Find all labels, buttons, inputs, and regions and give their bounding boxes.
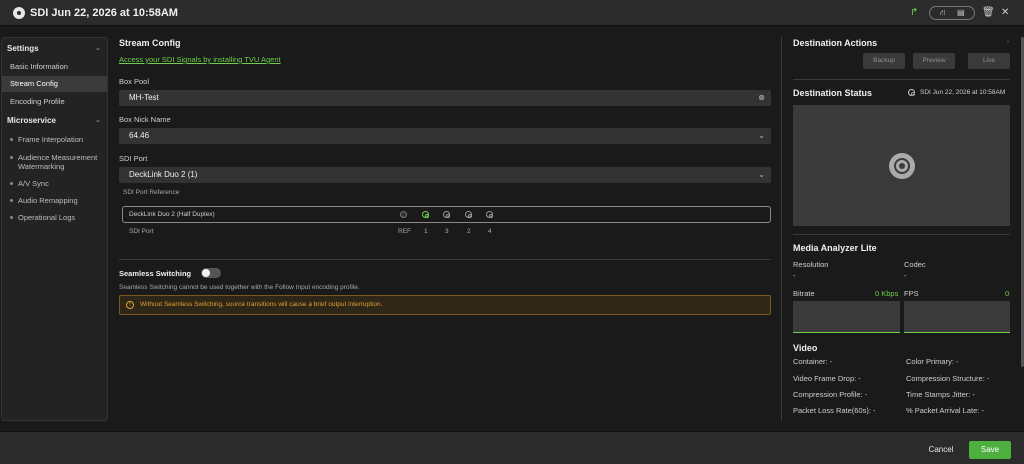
- port-label-2: 2: [467, 228, 471, 235]
- destination-status-title: Destination Status: [793, 88, 873, 98]
- tvu-agent-link[interactable]: Access your SDI Signals by installing TV…: [119, 55, 281, 64]
- video-title: Video: [793, 343, 818, 353]
- sdi-port-label: SDI Port: [119, 154, 148, 163]
- port-4-icon: [486, 211, 493, 218]
- footer: Cancel Save: [0, 431, 1024, 464]
- codec-label: Codec: [904, 260, 926, 269]
- port-label-1: 1: [424, 228, 428, 235]
- seamless-switching-toggle[interactable]: [201, 268, 221, 278]
- destination-preview[interactable]: [793, 105, 1010, 226]
- video-stat: Compression Structure: -: [906, 374, 990, 383]
- warning-text: Without Seamless Switching, source trans…: [140, 301, 383, 308]
- divider: [119, 259, 771, 260]
- box-pool-value: MH-Test: [129, 93, 159, 102]
- sdi-port-value: DeckLink Duo 2 (1): [129, 170, 198, 179]
- sidebar-item-audio-remapping[interactable]: Audio Remapping: [10, 196, 78, 205]
- panel-icon[interactable]: ▤: [957, 7, 965, 19]
- view-toggle[interactable]: ⛙ ▤: [929, 6, 975, 20]
- panel-divider: [781, 37, 782, 421]
- warning-icon: !: [126, 301, 134, 309]
- port-label-3: 3: [445, 228, 449, 235]
- window-title: SDI Jun 22, 2026 at 10:58AM: [30, 7, 178, 19]
- sidebar-item-audience-measurement[interactable]: Audience Measurement Watermarking: [10, 153, 105, 171]
- box-nick-label: Box Nick Name: [119, 115, 171, 124]
- preview-button[interactable]: Preview: [913, 53, 955, 69]
- close-icon[interactable]: ✕: [1001, 6, 1009, 20]
- clear-icon[interactable]: ⊗: [758, 90, 765, 106]
- destination-actions-dash: -: [1007, 38, 1010, 45]
- tvu-logo-icon: [13, 7, 25, 19]
- codec-value: -: [904, 271, 907, 280]
- sidebar-item-basic-information[interactable]: Basic Information: [2, 59, 107, 75]
- seamless-switching-note: Seamless Switching cannot be used togeth…: [119, 284, 360, 291]
- video-stat: Compression Profile: -: [793, 390, 868, 399]
- save-button[interactable]: Save: [969, 441, 1011, 459]
- seamless-switching-label: Seamless Switching: [119, 269, 192, 278]
- destination-status-time: SDI Jun 22, 2026 at 10:58AM: [920, 89, 1006, 96]
- bitrate-value: 0 Kbps: [875, 289, 899, 298]
- sdi-port-reference-label: SDI Port Reference: [123, 189, 180, 196]
- divider: [793, 79, 1010, 80]
- video-stat: Video Frame Drop: -: [793, 374, 861, 383]
- chevron-down-icon[interactable]: ⌄: [95, 44, 101, 52]
- port-ref-icon: [400, 211, 407, 218]
- port-2-icon: [465, 211, 472, 218]
- sidebar-item-stream-config[interactable]: Stream Config: [2, 76, 107, 92]
- fps-label: FPS: [904, 289, 919, 298]
- port-label-ref: REF: [398, 228, 411, 235]
- destination-panel: Destination Actions - Backup Preview Liv…: [783, 34, 1019, 424]
- live-button[interactable]: Live: [968, 53, 1010, 69]
- sidebar-section-settings[interactable]: Settings: [7, 44, 39, 53]
- port-1-icon: [422, 211, 429, 218]
- resolution-label: Resolution: [793, 260, 829, 269]
- box-nick-select[interactable]: 64.46 ⌄: [119, 128, 771, 144]
- bitrate-label: Bitrate: [793, 289, 815, 298]
- video-stat: Color Primary: -: [906, 357, 959, 366]
- video-stat: Packet Loss Rate(60s): -: [793, 406, 876, 415]
- share-icon[interactable]: ↱: [910, 6, 918, 20]
- resolution-value: -: [793, 271, 796, 280]
- network-icon[interactable]: ⛙: [940, 7, 946, 19]
- seamless-warning: ! Without Seamless Switching, source tra…: [119, 295, 771, 315]
- fps-value: 0: [1005, 289, 1010, 298]
- divider: [793, 234, 1010, 235]
- backup-button[interactable]: Backup: [863, 53, 905, 69]
- sidebar-section-microservice[interactable]: Microservice: [7, 116, 56, 125]
- port-3-icon: [443, 211, 450, 218]
- chevron-down-icon: ⌄: [758, 131, 765, 140]
- port-label-4: 4: [488, 228, 492, 235]
- sdi-port-row-label: SDI Port: [129, 228, 154, 235]
- bitrate-chart: [793, 301, 900, 333]
- box-pool-label: Box Pool: [119, 77, 150, 86]
- sidebar-item-encoding-profile[interactable]: Encoding Profile: [2, 94, 107, 110]
- chevron-down-icon: ⌄: [758, 170, 765, 179]
- fps-chart: [904, 301, 1010, 333]
- sidebar-item-av-sync[interactable]: A/V Sync: [10, 179, 49, 188]
- trash-icon[interactable]: 🗑: [982, 6, 995, 20]
- status-source-icon: [908, 89, 915, 96]
- video-stat: Time Stamps Jitter: -: [906, 390, 975, 399]
- chevron-down-icon[interactable]: ⌄: [95, 116, 101, 124]
- media-analyzer-title: Media Analyzer Lite: [793, 243, 877, 253]
- video-stat: Container: -: [793, 357, 833, 366]
- sidebar-item-operational-logs[interactable]: Operational Logs: [10, 213, 75, 222]
- title-bar: SDI Jun 22, 2026 at 10:58AM ↱ ⛙ ▤ 🗑 ✕: [0, 0, 1024, 26]
- page-title: Stream Config: [119, 38, 181, 48]
- box-nick-value: 64.46: [129, 131, 150, 140]
- box-pool-select[interactable]: MH-Test ⊗: [119, 90, 771, 106]
- reference-device: DeckLink Duo 2 (Half Duplex): [129, 211, 215, 218]
- destination-actions-title: Destination Actions: [793, 38, 878, 48]
- sidebar: Settings ⌄ Basic Information Stream Conf…: [1, 37, 108, 421]
- video-stat: % Packet Arrival Late: -: [906, 406, 984, 415]
- cancel-button[interactable]: Cancel: [918, 441, 964, 459]
- no-signal-icon: [889, 153, 915, 179]
- sidebar-item-frame-interpolation[interactable]: Frame Interpolation: [10, 135, 83, 144]
- sdi-port-select[interactable]: DeckLink Duo 2 (1) ⌄: [119, 167, 771, 183]
